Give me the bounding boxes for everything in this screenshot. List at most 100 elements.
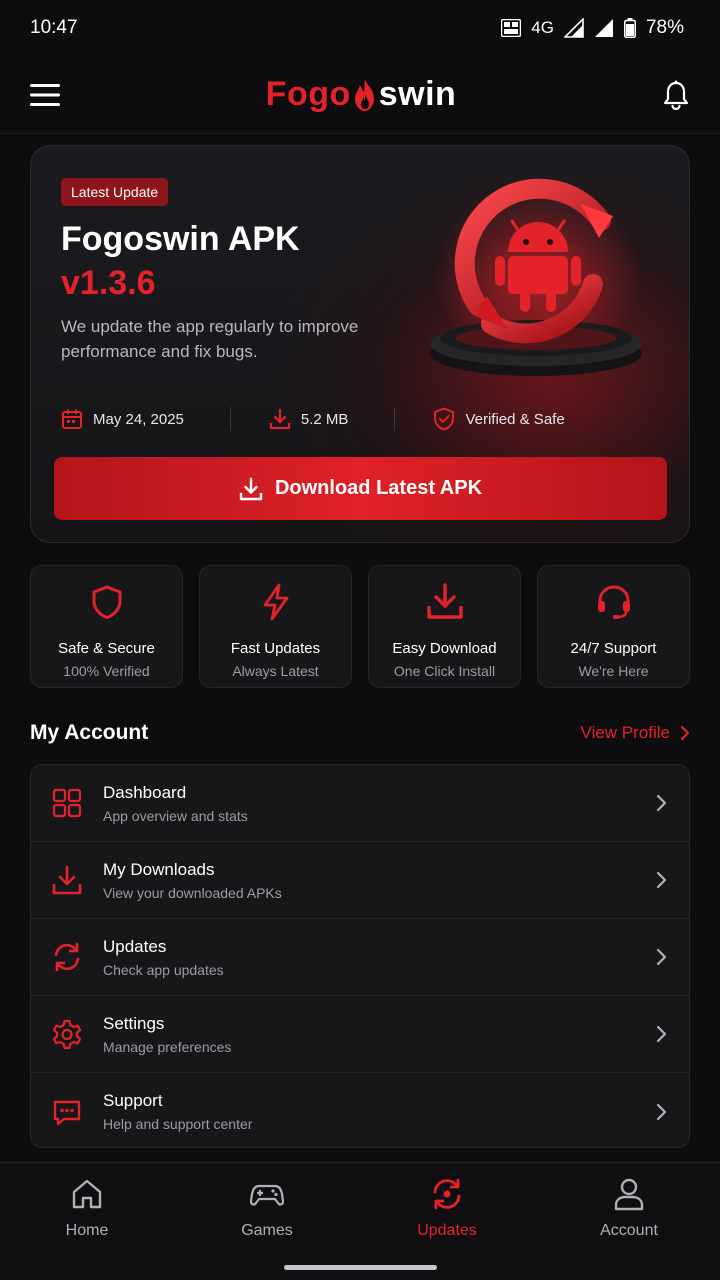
menu-title: Updates — [103, 936, 167, 956]
menu-text: Support Help and support center — [103, 1091, 653, 1132]
verified-text: Verified & Safe — [465, 410, 565, 428]
chat-icon — [53, 1100, 81, 1125]
feature-title: Easy Download — [392, 640, 497, 657]
meta-divider — [229, 407, 231, 431]
section-title: My Account — [30, 721, 149, 744]
menu-subtitle: Manage preferences — [103, 1038, 232, 1055]
download-icon — [426, 583, 463, 619]
menu-text: Updates Check app updates — [103, 937, 653, 978]
network-type: 4G — [531, 18, 554, 37]
feature-subtitle: 100% Verified — [63, 663, 150, 679]
bell-icon[interactable] — [662, 80, 690, 110]
feature-easy-download: Easy Download One Click Install — [368, 565, 521, 688]
menu-text: Dashboard App overview and stats — [103, 783, 653, 824]
menu-subtitle: View your downloaded APKs — [103, 884, 282, 901]
nav-home[interactable]: Home — [27, 1177, 147, 1240]
calendar-icon — [62, 409, 82, 429]
signal-icon — [563, 18, 584, 38]
feature-tiles: Safe & Secure 100% Verified Fast Updates… — [30, 565, 690, 688]
menu-title: Dashboard — [103, 782, 187, 802]
grid-icon — [52, 788, 82, 818]
feature-title: Fast Updates — [230, 640, 321, 657]
release-date-text: May 24, 2025 — [93, 410, 184, 428]
home-icon — [72, 1179, 102, 1209]
logo-text-right: swin — [378, 75, 457, 113]
download-latest-apk-button[interactable]: Download Latest APK — [54, 457, 667, 520]
flame-icon — [354, 78, 374, 111]
refresh-icon — [433, 1178, 461, 1210]
update-meta: May 24, 2025 5.2 MB Verified & Safe — [61, 404, 661, 434]
signal-icon-2 — [594, 19, 613, 37]
headset-icon — [597, 585, 630, 619]
menu-item-dashboard[interactable]: Dashboard App overview and stats — [31, 765, 689, 842]
shield-icon — [92, 585, 121, 619]
menu-text: Settings Manage preferences — [103, 1014, 653, 1055]
app-logo[interactable]: Fogo swin — [266, 75, 457, 114]
download-button-label: Download Latest APK — [274, 477, 483, 499]
status-icons: 4G 78% — [501, 17, 684, 39]
view-profile-label: View Profile — [580, 723, 670, 742]
status-time: 10:47 — [30, 17, 78, 38]
chevron-right-icon — [680, 725, 690, 741]
battery-icon — [623, 18, 636, 38]
account-menu: Dashboard App overview and stats My Down… — [30, 764, 690, 1148]
feature-subtitle: One Click Install — [393, 663, 496, 679]
chevron-right-icon — [656, 871, 667, 889]
view-profile-link[interactable]: View Profile — [581, 723, 690, 743]
nav-label: Home — [65, 1222, 109, 1239]
refresh-icon — [54, 942, 80, 972]
app-version: v1.3.6 — [61, 264, 156, 302]
feature-subtitle: Always Latest — [232, 663, 319, 679]
menu-subtitle: App overview and stats — [103, 807, 248, 824]
logo-text-left: Fogo — [265, 75, 351, 113]
menu-title: Support — [103, 1091, 163, 1110]
update-description: We update the app regularly to improve p… — [61, 317, 359, 361]
feature-fast-updates: Fast Updates Always Latest — [199, 565, 352, 688]
nav-label: Updates — [417, 1222, 477, 1239]
menu-subtitle: Check app updates — [103, 961, 224, 978]
my-account-header: My Account View Profile — [30, 716, 690, 750]
chevron-right-icon — [656, 1025, 667, 1043]
feature-title: 24/7 Support — [570, 640, 657, 657]
download-icon — [239, 477, 263, 500]
feature-support: 24/7 Support We're Here — [537, 565, 690, 688]
file-size-text: 5.2 MB — [300, 410, 349, 428]
meta-divider — [394, 407, 396, 431]
release-date: May 24, 2025 — [61, 408, 184, 430]
file-size: 5.2 MB — [269, 408, 349, 430]
home-indicator[interactable] — [284, 1265, 437, 1270]
chevron-right-icon — [656, 1103, 667, 1120]
battery-level: 78% — [645, 17, 684, 38]
menu-item-support[interactable]: Support Help and support center — [31, 1073, 689, 1147]
shield-check-icon — [434, 407, 455, 431]
menu-item-updates[interactable]: Updates Check app updates — [31, 919, 689, 996]
verified-status: Verified & Safe — [433, 407, 565, 431]
feature-title: Safe & Secure — [58, 640, 155, 657]
user-icon — [614, 1178, 644, 1211]
android-update-illustration — [430, 178, 643, 376]
download-icon — [269, 408, 291, 430]
gear-icon — [52, 1019, 82, 1050]
nav-label: Account — [600, 1222, 658, 1239]
nav-label: Games — [241, 1222, 293, 1239]
lightning-icon — [263, 583, 288, 621]
chevron-right-icon — [656, 794, 667, 812]
app-header: Fogo swin — [0, 56, 720, 134]
bottom-navigation: Home Games Updates Account — [0, 1162, 720, 1280]
menu-icon[interactable] — [30, 83, 60, 107]
menu-item-settings[interactable]: Settings Manage preferences — [31, 996, 689, 1073]
nav-games[interactable]: Games — [207, 1177, 327, 1240]
menu-item-my-downloads[interactable]: My Downloads View your downloaded APKs — [31, 842, 689, 919]
menu-title: Settings — [103, 1013, 165, 1033]
gamepad-icon — [250, 1184, 284, 1206]
feature-safe-secure: Safe & Secure 100% Verified — [30, 565, 183, 688]
nav-updates[interactable]: Updates — [387, 1177, 507, 1240]
nav-account[interactable]: Account — [569, 1177, 689, 1240]
menu-subtitle: Help and support center — [103, 1116, 253, 1132]
download-icon — [52, 865, 82, 895]
chevron-right-icon — [656, 948, 667, 966]
latest-update-card: Latest Update Fogoswin APK v1.3.6 We upd… — [30, 145, 690, 543]
app-title: Fogoswin APK — [61, 220, 300, 258]
status-bar: 10:47 4G 78% — [0, 0, 720, 56]
feature-subtitle: We're Here — [578, 663, 649, 679]
